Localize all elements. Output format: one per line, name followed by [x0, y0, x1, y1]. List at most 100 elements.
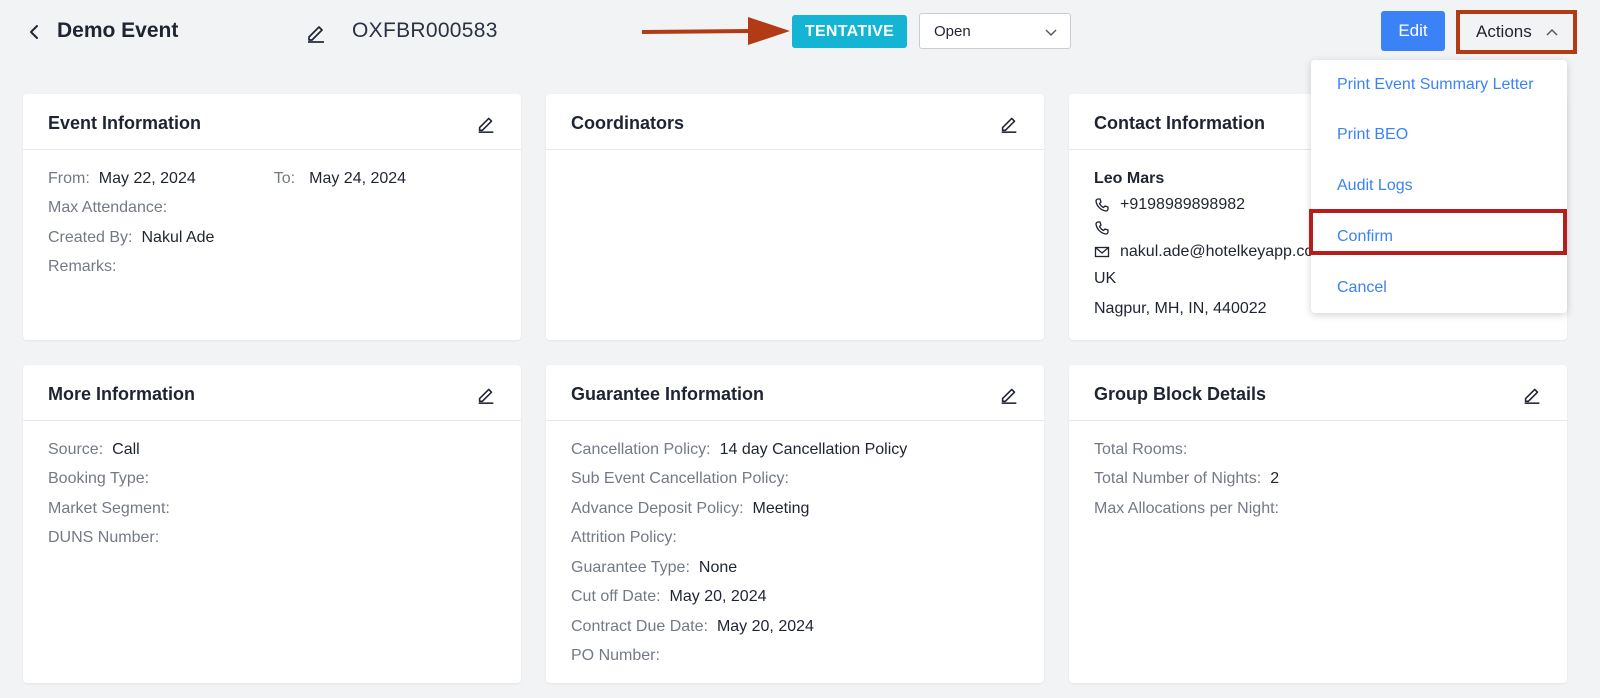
source-value: Call	[112, 440, 140, 458]
dates-row: From: May 22, 2024 To: May 24, 2024	[48, 164, 496, 194]
from-label: From:	[48, 169, 90, 187]
total-nights-value: 2	[1270, 470, 1280, 488]
to-label: To:	[273, 169, 296, 187]
card-body: Cancellation Policy: 14 day Cancellation…	[546, 421, 1044, 671]
card-header: Group Block Details	[1069, 365, 1567, 421]
card-header: Coordinators	[546, 94, 1044, 150]
created-by-row: Created By: Nakul Ade	[48, 223, 496, 253]
phone-icon	[1094, 220, 1110, 236]
total-rooms-label: Total Rooms:	[1094, 440, 1188, 458]
menu-item-print-beo[interactable]: Print BEO	[1337, 126, 1408, 144]
group-block-details-card: Group Block Details Total Rooms: Total N…	[1069, 365, 1567, 683]
advance-deposit-value: Meeting	[752, 499, 810, 517]
to-value: May 24, 2024	[309, 169, 407, 187]
advance-deposit-label: Advance Deposit Policy:	[571, 499, 744, 517]
guarantee-type-row: Guarantee Type: None	[571, 553, 1019, 583]
phone-icon	[1094, 197, 1110, 213]
contract-due-value: May 20, 2024	[716, 617, 814, 635]
chevron-up-icon	[1545, 25, 1559, 39]
advance-deposit-row: Advance Deposit Policy: Meeting	[571, 494, 1019, 524]
contact-country: UK	[1094, 270, 1117, 288]
cut-off-row: Cut off Date: May 20, 2024	[571, 583, 1019, 613]
pencil-icon[interactable]	[998, 112, 1020, 134]
cut-off-label: Cut off Date:	[571, 588, 661, 606]
cancellation-row: Cancellation Policy: 14 day Cancellation…	[571, 435, 1019, 465]
coordinators-card: Coordinators	[546, 94, 1044, 340]
mail-icon	[1094, 244, 1110, 260]
max-attendance-label: Max Attendance:	[48, 199, 168, 217]
card-header: Event Information	[23, 94, 521, 150]
max-allocations-label: Max Allocations per Night:	[1094, 499, 1279, 517]
status-dropdown[interactable]: Open	[919, 13, 1071, 49]
card-title: More Information	[48, 384, 195, 404]
card-body: From: May 22, 2024 To: May 24, 2024 Max …	[23, 150, 521, 282]
po-number-label: PO Number:	[571, 647, 660, 665]
pencil-icon[interactable]	[475, 112, 497, 134]
card-body: Total Rooms: Total Number of Nights: 2 M…	[1069, 421, 1567, 524]
card-body: Source: Call Booking Type: Market Segmen…	[23, 421, 521, 553]
market-segment-label: Market Segment:	[48, 499, 170, 517]
duns-label: DUNS Number:	[48, 529, 160, 547]
actions-button-label: Actions	[1476, 22, 1532, 41]
remarks-row: Remarks:	[48, 253, 496, 283]
card-title: Group Block Details	[1094, 384, 1267, 404]
card-header: More Information	[23, 365, 521, 421]
contract-due-row: Contract Due Date: May 20, 2024	[571, 612, 1019, 642]
created-by-value: Nakul Ade	[141, 228, 215, 246]
guarantee-type-label: Guarantee Type:	[571, 558, 690, 576]
menu-item-print-event-summary-letter[interactable]: Print Event Summary Letter	[1337, 76, 1534, 94]
contact-phone: +9198989898982	[1120, 196, 1246, 213]
cut-off-value: May 20, 2024	[669, 588, 767, 606]
actions-dropdown-menu: Print Event Summary Letter Print BEO Aud…	[1311, 60, 1567, 313]
menu-item-audit-logs[interactable]: Audit Logs	[1337, 177, 1413, 195]
contract-due-label: Contract Due Date:	[571, 617, 708, 635]
card-title: Coordinators	[571, 113, 685, 133]
chevron-down-icon	[1044, 25, 1058, 39]
booking-type-row: Booking Type:	[48, 465, 496, 495]
pencil-icon[interactable]	[304, 20, 328, 44]
card-header: Guarantee Information	[546, 365, 1044, 421]
total-rooms-row: Total Rooms:	[1094, 435, 1542, 465]
card-title: Contact Information	[1094, 113, 1265, 133]
guarantee-information-card: Guarantee Information Cancellation Polic…	[546, 365, 1044, 683]
contact-address: Nagpur, MH, IN, 440022	[1094, 299, 1267, 317]
guarantee-type-value: None	[698, 558, 738, 576]
attrition-row: Attrition Policy:	[571, 524, 1019, 554]
pencil-icon[interactable]	[1521, 383, 1543, 405]
menu-item-cancel[interactable]: Cancel	[1337, 279, 1387, 297]
back-chevron-icon[interactable]	[22, 20, 46, 44]
remarks-label: Remarks:	[48, 258, 117, 276]
total-nights-row: Total Number of Nights: 2	[1094, 465, 1542, 495]
attrition-label: Attrition Policy:	[571, 529, 677, 547]
max-attendance-row: Max Attendance:	[48, 194, 496, 224]
contact-name: Leo Mars	[1094, 169, 1165, 187]
status-badge: TENTATIVE	[792, 15, 907, 48]
po-number-row: PO Number:	[571, 642, 1019, 672]
actions-button[interactable]: Actions	[1456, 10, 1577, 54]
status-dropdown-value: Open	[934, 22, 971, 40]
more-information-card: More Information Source: Call Booking Ty…	[23, 365, 521, 683]
page-header: Demo Event OXFBR000583 TENTATIVE Open Ed…	[0, 0, 1600, 64]
pencil-icon[interactable]	[998, 383, 1020, 405]
annotation-arrow-icon	[640, 14, 790, 50]
from-value: May 22, 2024	[98, 169, 196, 187]
created-by-label: Created By:	[48, 228, 133, 246]
max-allocations-row: Max Allocations per Night:	[1094, 494, 1542, 524]
source-row: Source: Call	[48, 435, 496, 465]
card-title: Event Information	[48, 113, 202, 133]
sub-event-row: Sub Event Cancellation Policy:	[571, 465, 1019, 495]
pencil-icon[interactable]	[475, 383, 497, 405]
total-nights-label: Total Number of Nights:	[1094, 470, 1262, 488]
edit-button[interactable]: Edit	[1381, 11, 1445, 51]
event-code: OXFBR000583	[352, 19, 498, 42]
market-segment-row: Market Segment:	[48, 494, 496, 524]
event-title: Demo Event	[57, 19, 179, 42]
confirm-highlight-box	[1309, 209, 1567, 255]
source-label: Source:	[48, 440, 104, 458]
contact-email: nakul.ade@hotelkeyapp.co	[1120, 243, 1314, 260]
duns-row: DUNS Number:	[48, 524, 496, 554]
sub-event-label: Sub Event Cancellation Policy:	[571, 470, 789, 488]
cancellation-value: 14 day Cancellation Policy	[719, 440, 908, 458]
event-information-card: Event Information From: May 22, 2024 To:…	[23, 94, 521, 340]
cancellation-label: Cancellation Policy:	[571, 440, 711, 458]
